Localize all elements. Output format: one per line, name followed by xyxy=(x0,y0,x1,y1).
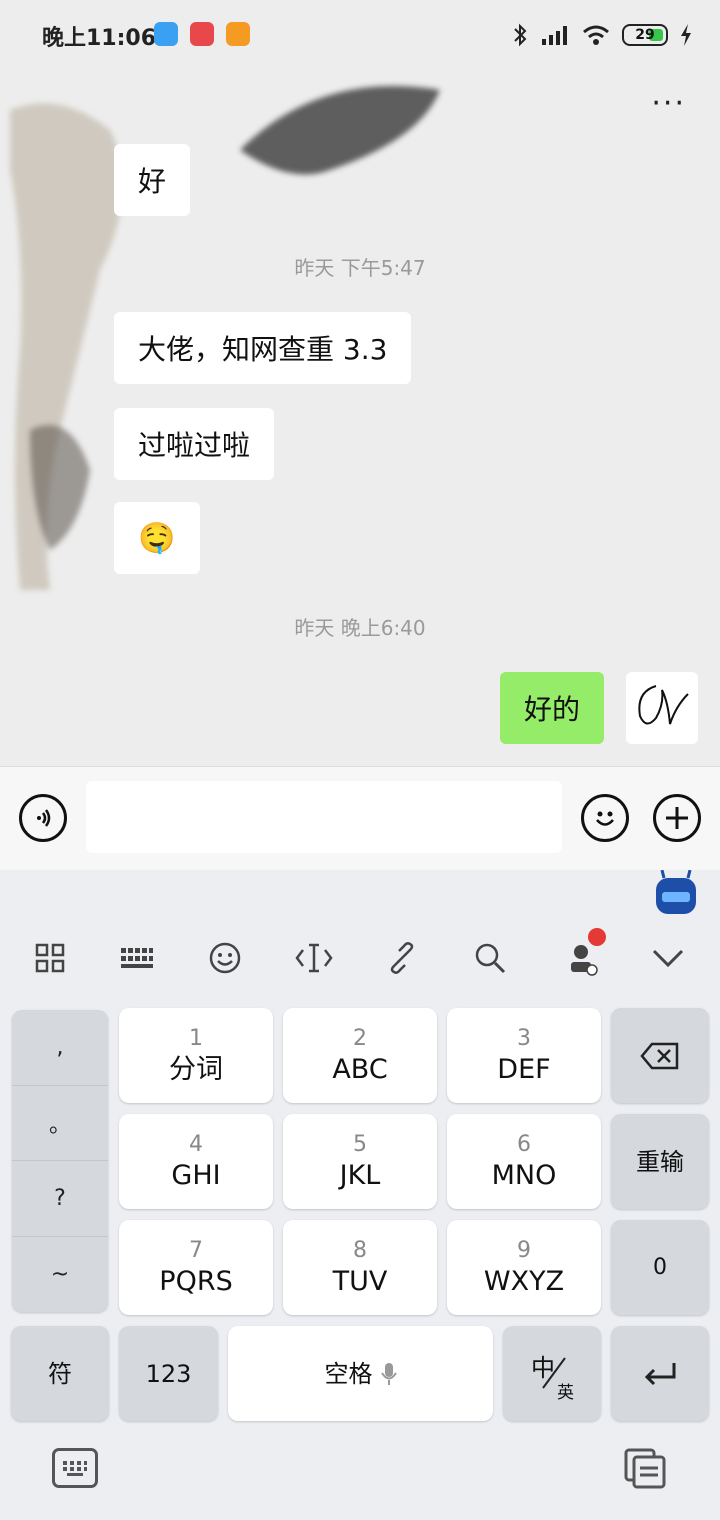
cursor-edit-icon[interactable] xyxy=(294,938,334,978)
message-text: 好 xyxy=(138,165,167,198)
reinput-key[interactable]: 重输 xyxy=(611,1114,709,1209)
microphone-icon xyxy=(380,1362,397,1385)
symbol-key[interactable]: 符 xyxy=(11,1326,109,1421)
punctuation-key[interactable]: , xyxy=(12,1010,108,1086)
numeric-key[interactable]: 123 xyxy=(119,1326,218,1421)
backspace-icon xyxy=(640,1042,679,1069)
message-bubble[interactable]: 好 xyxy=(114,144,191,216)
message-bubble[interactable]: 过啦过啦 xyxy=(114,408,275,480)
message-bubble[interactable]: 🤤 xyxy=(114,502,200,574)
key-8[interactable]: 8 TUV xyxy=(283,1220,437,1315)
status-time: 晚上11:06 xyxy=(42,26,157,51)
bluetooth-icon xyxy=(514,23,527,47)
message-input[interactable] xyxy=(86,781,562,853)
key-5[interactable]: 5 JKL xyxy=(283,1114,437,1209)
signature-avatar-icon xyxy=(638,685,689,725)
key-6[interactable]: 6 MNO xyxy=(447,1114,601,1209)
keyboard-layout-icon[interactable] xyxy=(117,938,157,978)
key-4[interactable]: 4 GHI xyxy=(119,1114,273,1209)
backspace-key[interactable] xyxy=(611,1008,709,1103)
emoji-panel-icon[interactable] xyxy=(205,938,245,978)
ime-keyboard: , 。 ? ~ 1 分词 2 ABC 3 DEF 4 GHI 5 JKL 6 M… xyxy=(0,870,720,1520)
chat-input-bar xyxy=(0,766,720,870)
message-bubble[interactable]: 大佬，知网查重 3.3 xyxy=(114,312,412,384)
battery-icon: 29 xyxy=(622,24,668,46)
key-9[interactable]: 9 WXYZ xyxy=(447,1220,601,1315)
voice-input-button[interactable] xyxy=(19,794,67,842)
message-timestamp: 昨天 下午5:47 xyxy=(294,256,426,280)
search-icon[interactable] xyxy=(470,938,510,978)
add-attachment-button[interactable] xyxy=(653,794,701,842)
taobao-app-icon xyxy=(226,22,250,46)
punctuation-key[interactable]: ~ xyxy=(12,1237,108,1313)
key-0[interactable]: 0 xyxy=(611,1220,709,1315)
message-text: 大佬，知网查重 3.3 xyxy=(138,333,388,366)
space-key[interactable]: 空格 xyxy=(228,1326,493,1421)
keyboard-icon xyxy=(63,1461,87,1476)
avatar[interactable] xyxy=(626,672,698,744)
emoji-button[interactable] xyxy=(581,794,629,842)
punctuation-key[interactable]: 。 xyxy=(12,1086,108,1161)
clipboard-icon xyxy=(624,1448,666,1489)
collapse-keyboard-icon[interactable] xyxy=(648,938,688,978)
signal-icon xyxy=(542,26,567,45)
enter-key[interactable] xyxy=(611,1326,709,1421)
voice-icon xyxy=(37,809,51,827)
apps-grid-icon[interactable] xyxy=(30,938,70,978)
key-1[interactable]: 1 分词 xyxy=(119,1008,273,1103)
message-text: 好的 xyxy=(524,693,581,726)
news-app-icon xyxy=(190,22,214,46)
key-2[interactable]: 2 ABC xyxy=(283,1008,437,1103)
clipboard-link-icon[interactable] xyxy=(382,938,422,978)
plus-icon xyxy=(666,807,688,829)
app-notification-icon xyxy=(154,22,178,46)
key-7[interactable]: 7 PQRS xyxy=(119,1220,273,1315)
drooling-emoji-icon: 🤤 xyxy=(138,520,176,556)
charging-icon xyxy=(681,24,691,46)
message-timestamp: 昨天 晚上6:40 xyxy=(294,616,426,640)
smiley-icon xyxy=(596,811,614,826)
notification-dot xyxy=(588,928,606,946)
punctuation-column: , 。 ? ~ xyxy=(12,1010,108,1312)
language-toggle-key[interactable]: 中 英 xyxy=(503,1326,601,1421)
enter-icon xyxy=(644,1362,676,1385)
status-right: 29 xyxy=(512,20,692,50)
message-text: 过啦过啦 xyxy=(138,429,251,462)
sent-message-bubble[interactable]: 好的 xyxy=(500,672,605,744)
wifi-icon xyxy=(583,25,609,45)
clipboard-button[interactable] xyxy=(622,1446,668,1490)
keyboard-assistant-icon[interactable] xyxy=(652,870,700,918)
switch-keyboard-button[interactable] xyxy=(52,1448,98,1488)
punctuation-key[interactable]: ? xyxy=(12,1161,108,1237)
key-3[interactable]: 3 DEF xyxy=(447,1008,601,1103)
